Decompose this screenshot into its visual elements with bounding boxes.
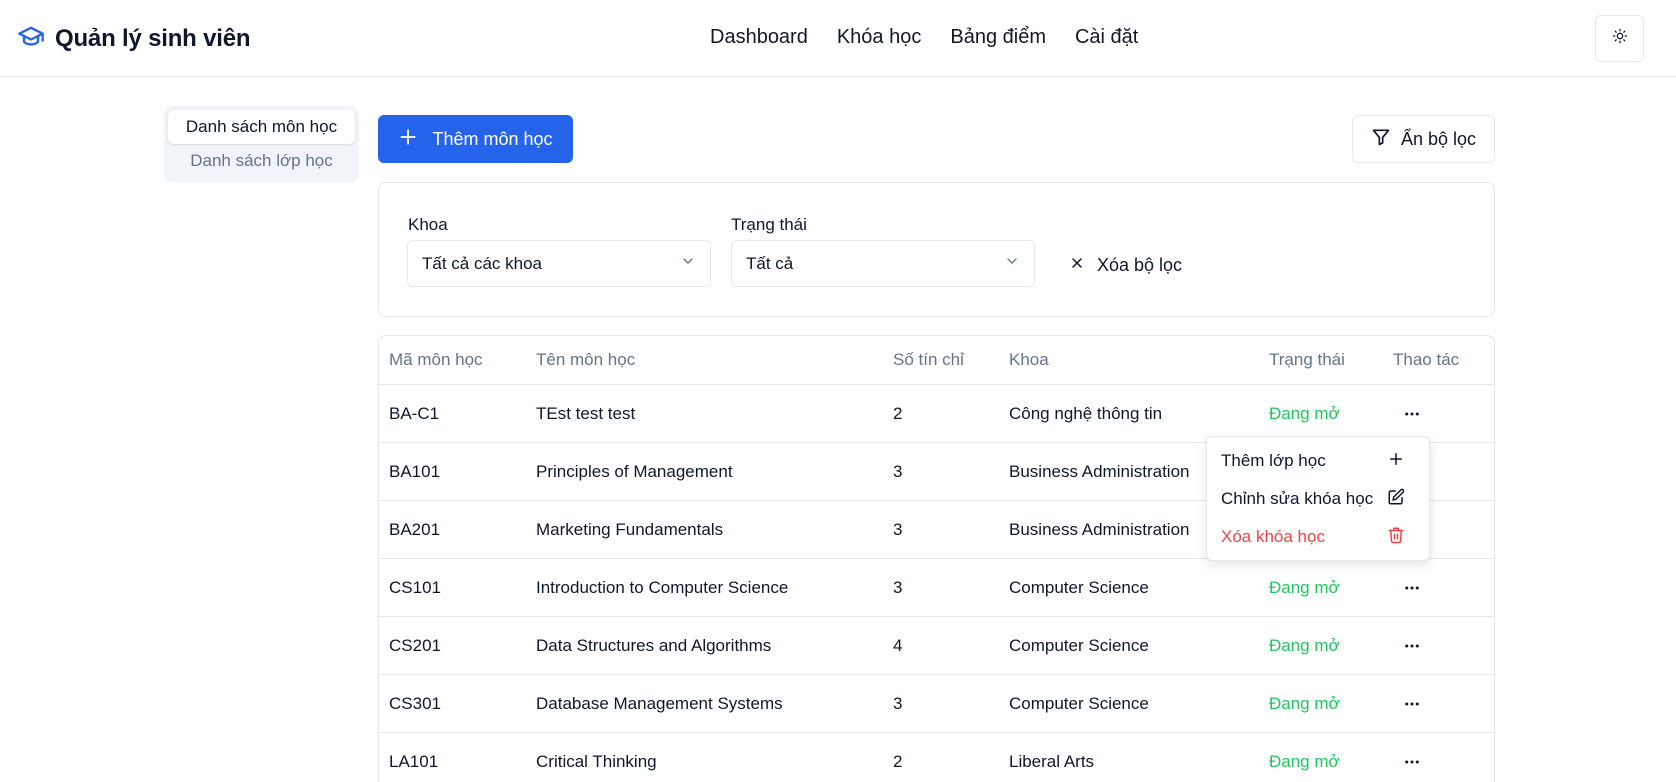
status-badge: Đang mở xyxy=(1269,693,1340,713)
more-horizontal-icon xyxy=(1405,644,1419,647)
cell-faculty: Business Administration xyxy=(1009,519,1190,539)
cell-name: Critical Thinking xyxy=(536,751,657,771)
faculty-select-value: Tất cả các khoa xyxy=(422,253,543,273)
top-header: Quản lý sinh viên Dashboard Khóa học Bản… xyxy=(0,0,1676,77)
add-course-button[interactable]: Thêm môn học xyxy=(378,115,573,163)
menu-item-label: Thêm lớp học xyxy=(1221,451,1326,470)
col-credits: Số tín chỉ xyxy=(893,350,964,369)
col-code: Mã môn học xyxy=(389,350,483,369)
theme-toggle-button[interactable] xyxy=(1595,15,1644,62)
more-actions-button[interactable] xyxy=(1399,749,1425,775)
table-row[interactable]: BA-C1 TEst test test 2 Công nghệ thông t… xyxy=(379,385,1494,443)
nav-dashboard[interactable]: Dashboard xyxy=(710,26,808,49)
nav-courses[interactable]: Khóa học xyxy=(837,26,922,49)
toggle-filter-button[interactable]: Ẩn bộ lọc xyxy=(1352,115,1495,163)
more-horizontal-icon xyxy=(1405,586,1419,589)
filter-panel: Khoa Tất cả các khoa Trạng thái Tất cả X… xyxy=(378,182,1495,317)
cell-faculty: Liberal Arts xyxy=(1009,751,1095,771)
cell-name: Database Management Systems xyxy=(536,693,783,713)
tab-course-list[interactable]: Danh sách môn học xyxy=(168,110,355,144)
more-horizontal-icon xyxy=(1405,702,1419,705)
sun-icon xyxy=(1612,28,1628,49)
cell-credits: 2 xyxy=(893,403,903,423)
add-course-label: Thêm môn học xyxy=(432,128,553,149)
cell-code: LA101 xyxy=(389,751,439,771)
cell-credits: 3 xyxy=(893,461,903,481)
menu-item-add-class[interactable]: Thêm lớp học xyxy=(1207,442,1429,480)
tab-class-list[interactable]: Danh sách lớp học xyxy=(168,144,355,178)
table-row[interactable]: LA101 Critical Thinking 2 Liberal Arts Đ… xyxy=(379,733,1494,782)
cell-credits: 3 xyxy=(893,519,903,539)
main-nav: Dashboard Khóa học Bảng điểm Cài đặt xyxy=(710,26,1138,49)
more-actions-button[interactable] xyxy=(1399,633,1425,659)
faculty-select[interactable]: Tất cả các khoa xyxy=(407,240,711,287)
cell-name: Principles of Management xyxy=(536,461,733,481)
edit-icon xyxy=(1387,488,1405,511)
toggle-filter-label: Ẩn bộ lọc xyxy=(1400,128,1477,149)
row-actions-menu: Thêm lớp học Chỉnh sửa khóa học Xóa khóa… xyxy=(1206,436,1430,561)
cell-credits: 3 xyxy=(893,693,903,713)
status-select-value: Tất cả xyxy=(746,253,794,273)
menu-item-edit-course[interactable]: Chỉnh sửa khóa học xyxy=(1207,480,1429,518)
cell-name: TEst test test xyxy=(536,403,636,423)
table-row[interactable]: CS201 Data Structures and Algorithms 4 C… xyxy=(379,617,1494,675)
faculty-label: Khoa xyxy=(408,215,448,234)
cell-name: Introduction to Computer Science xyxy=(536,577,789,597)
clear-filter-button[interactable]: Xóa bộ lọc xyxy=(1069,255,1182,276)
cell-faculty: Business Administration xyxy=(1009,461,1190,481)
clear-filter-label: Xóa bộ lọc xyxy=(1097,255,1183,275)
cell-faculty: Công nghệ thông tin xyxy=(1009,403,1163,423)
plus-icon xyxy=(1387,450,1405,473)
cell-code: BA201 xyxy=(389,519,441,539)
side-tabs: Danh sách môn học Danh sách lớp học xyxy=(164,106,359,182)
table-row[interactable]: CS301 Database Management Systems 3 Comp… xyxy=(379,675,1494,733)
cell-faculty: Computer Science xyxy=(1009,577,1149,597)
cell-code: CS201 xyxy=(389,635,441,655)
cell-faculty: Computer Science xyxy=(1009,635,1149,655)
cell-credits: 3 xyxy=(893,577,903,597)
close-icon xyxy=(1069,255,1085,276)
col-faculty: Khoa xyxy=(1009,350,1049,369)
more-horizontal-icon xyxy=(1405,412,1419,415)
col-actions: Thao tác xyxy=(1393,350,1460,369)
app-title: Quản lý sinh viên xyxy=(55,24,251,52)
chevron-down-icon xyxy=(680,253,696,274)
status-badge: Đang mở xyxy=(1269,635,1340,655)
status-badge: Đang mở xyxy=(1269,751,1340,771)
status-select[interactable]: Tất cả xyxy=(731,240,1035,287)
plus-icon xyxy=(398,127,418,152)
more-horizontal-icon xyxy=(1405,760,1419,763)
brand[interactable]: Quản lý sinh viên xyxy=(17,22,251,55)
status-badge: Đang mở xyxy=(1269,577,1340,597)
table-header-row: Mã môn học Tên môn học Số tín chỉ Khoa T… xyxy=(379,336,1494,385)
more-actions-button[interactable] xyxy=(1399,575,1425,601)
status-badge: Đang mở xyxy=(1269,403,1340,423)
filter-icon xyxy=(1371,127,1391,152)
menu-item-label: Xóa khóa học xyxy=(1221,527,1325,546)
table-row[interactable]: CS101 Introduction to Computer Science 3… xyxy=(379,559,1494,617)
col-name: Tên môn học xyxy=(536,350,636,369)
menu-item-delete-course[interactable]: Xóa khóa học xyxy=(1207,518,1429,556)
cell-code: BA101 xyxy=(389,461,441,481)
status-label: Trạng thái xyxy=(731,215,807,234)
cell-code: BA-C1 xyxy=(389,403,440,423)
cell-credits: 2 xyxy=(893,751,903,771)
chevron-down-icon xyxy=(1004,253,1020,274)
menu-item-label: Chỉnh sửa khóa học xyxy=(1221,489,1374,508)
cell-name: Marketing Fundamentals xyxy=(536,519,724,539)
graduation-cap-icon xyxy=(17,22,45,55)
more-actions-button[interactable] xyxy=(1399,691,1425,717)
cell-name: Data Structures and Algorithms xyxy=(536,635,772,655)
cell-credits: 4 xyxy=(893,635,903,655)
more-actions-button[interactable] xyxy=(1399,401,1425,427)
col-status: Trạng thái xyxy=(1269,350,1345,369)
cell-faculty: Computer Science xyxy=(1009,693,1149,713)
nav-settings[interactable]: Cài đặt xyxy=(1075,26,1138,49)
trash-icon xyxy=(1387,526,1405,549)
nav-grades[interactable]: Bảng điểm xyxy=(950,26,1046,49)
cell-code: CS101 xyxy=(389,577,441,597)
cell-code: CS301 xyxy=(389,693,441,713)
